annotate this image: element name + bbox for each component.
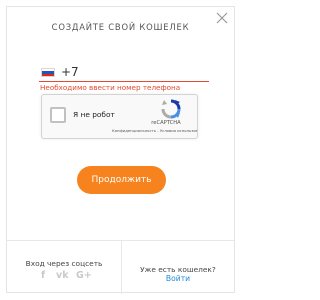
login-link[interactable]: Войти (122, 274, 234, 283)
phone-prefix[interactable]: +7 (61, 65, 79, 79)
social-login-title: Вход через соцсеть (25, 259, 103, 268)
recaptcha-checkbox[interactable] (50, 107, 66, 123)
recaptcha-widget: Я не робот reCAPTCHA Конфиденциальность … (41, 94, 198, 139)
russia-flag-icon[interactable] (41, 68, 55, 77)
recaptcha-logo-icon (161, 99, 181, 119)
continue-button[interactable]: Продолжить (77, 166, 166, 194)
phone-error-message: Необходимо ввести номер телефона (40, 83, 181, 92)
recaptcha-brand: reCAPTCHA (151, 120, 181, 126)
facebook-icon[interactable]: f (41, 270, 45, 282)
recaptcha-terms-link[interactable]: Конфиденциальность - Условия использован… (112, 128, 197, 133)
phone-input[interactable]: +7 (39, 65, 209, 82)
social-login-icons: f vk G+ (38, 270, 94, 282)
recaptcha-checkbox-label: Я не робот (73, 110, 115, 119)
close-icon[interactable] (216, 12, 228, 24)
google-plus-icon[interactable]: G+ (76, 270, 92, 282)
vk-icon[interactable]: vk (56, 270, 69, 282)
dialog-title: СОЗДАЙТЕ СВОЙ КОШЕЛЕК (51, 22, 190, 32)
existing-wallet-question: Уже есть кошелек? (140, 265, 216, 274)
create-wallet-dialog: СОЗДАЙТЕ СВОЙ КОШЕЛЕК +7 Необходимо ввес… (6, 6, 235, 294)
